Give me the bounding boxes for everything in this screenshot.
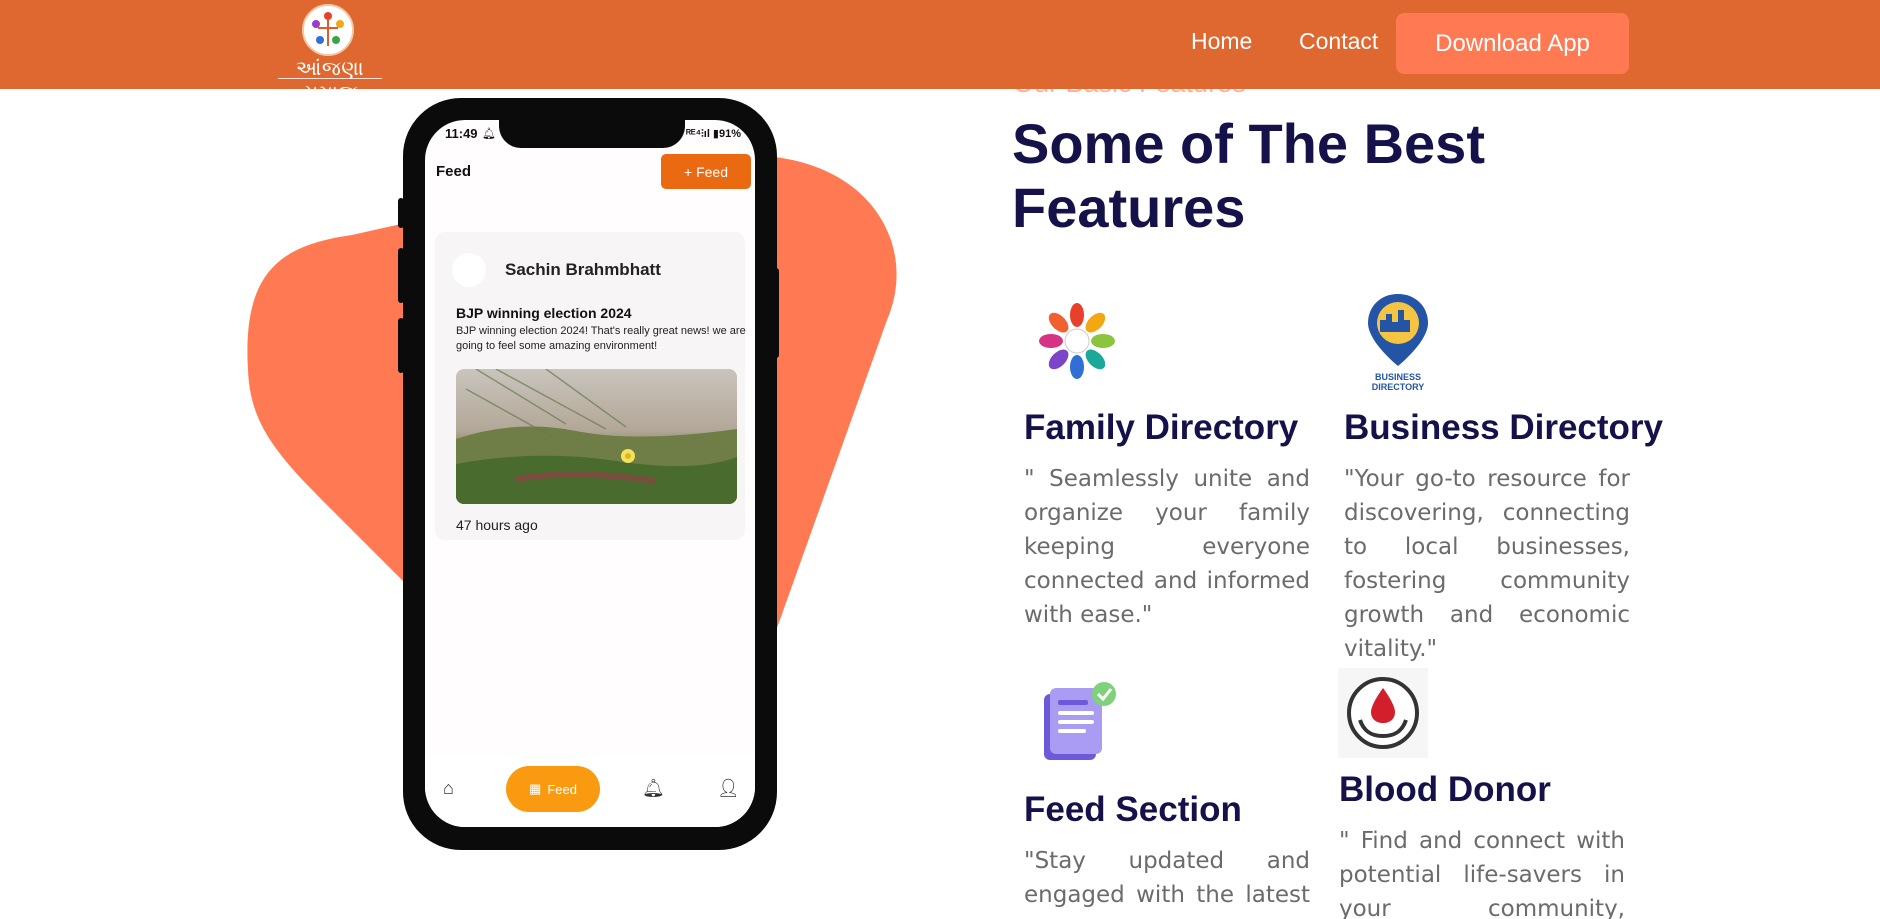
bell-icon[interactable]: 🔔︎ [642,778,665,799]
home-icon[interactable]: ⌂ [443,778,454,799]
feed-tab-label: Feed [547,781,577,797]
feed-screen-title: Feed [436,163,472,180]
business-directory-icon: BUSINESS DIRECTORY [1348,290,1448,392]
top-header: આંજણા સમાજ Home Contact Download App [0,0,1880,104]
status-bell-icon: 🔔︎ [482,128,496,140]
feature-desc-feed-section: "Stay updated and engaged with the lates… [1024,848,1310,919]
feature-desc-blood-donor: " Find and connect with potential life-s… [1339,828,1625,919]
phone-side-button [773,268,779,358]
post-time: 47 hours ago [456,517,538,533]
feed-tab-button[interactable]: ▦ Feed [506,766,600,812]
phone-side-button [398,248,404,303]
feed-post-card[interactable]: Sachin Brahmbhatt BJP winning election 2… [435,232,746,540]
blood-donor-icon [1338,668,1428,758]
avatar [452,253,486,287]
business-directory-icon-label: BUSINESS DIRECTORY [1371,372,1425,392]
feature-desc-business-directory: "Your go-to resource for discovering, co… [1344,466,1630,662]
grid-icon: ▦ [529,781,542,796]
phone-notch [499,120,685,148]
post-image[interactable] [456,369,737,504]
logo-underline [278,78,382,81]
profile-icon[interactable]: 👤︎ [717,778,740,799]
post-author: Sachin Brahmbhatt [505,260,661,279]
phone-mockup: 11:49 🔔︎ ᴿᴱ⁴⫶ıl ▮91% Feed + Feed Sachin … [398,98,779,850]
feature-desc-family-directory: " Seamlessly unite and organize your fam… [1024,466,1310,628]
feature-title-family-directory: Family Directory [1024,408,1299,447]
post-body: BJP winning election 2024! That's really… [456,325,746,352]
nav-home-link[interactable]: Home [1191,28,1252,55]
nav-contact-link[interactable]: Contact [1299,28,1378,55]
logo-emblem-icon [302,4,354,56]
page: આંજણા સમાજ Home Contact Download App 11:… [0,0,1880,919]
family-directory-icon [1039,303,1115,379]
phone-side-button [398,198,404,228]
section-title: Some of The Best Features [1012,112,1485,239]
status-time: 11:49 [445,126,478,141]
phone-side-button [398,318,404,373]
status-indicators: ᴿᴱ⁴⫶ıl ▮91% [685,128,741,140]
feature-title-blood-donor: Blood Donor [1339,770,1551,809]
post-heading: BJP winning election 2024 [456,305,632,321]
feature-title-feed-section: Feed Section [1024,790,1242,829]
site-logo[interactable]: આંજણા સમાજ [274,2,386,104]
feed-section-icon [1044,682,1116,760]
phone-screen: 11:49 🔔︎ ᴿᴱ⁴⫶ıl ▮91% Feed + Feed Sachin … [425,120,755,827]
download-app-button[interactable]: Download App [1396,13,1629,74]
feature-title-business-directory: Business Directory [1344,408,1664,447]
phone-bottom-nav: ⌂ ▦ Feed 🔔︎ 👤︎ [425,756,755,827]
add-feed-button[interactable]: + Feed [661,154,751,189]
